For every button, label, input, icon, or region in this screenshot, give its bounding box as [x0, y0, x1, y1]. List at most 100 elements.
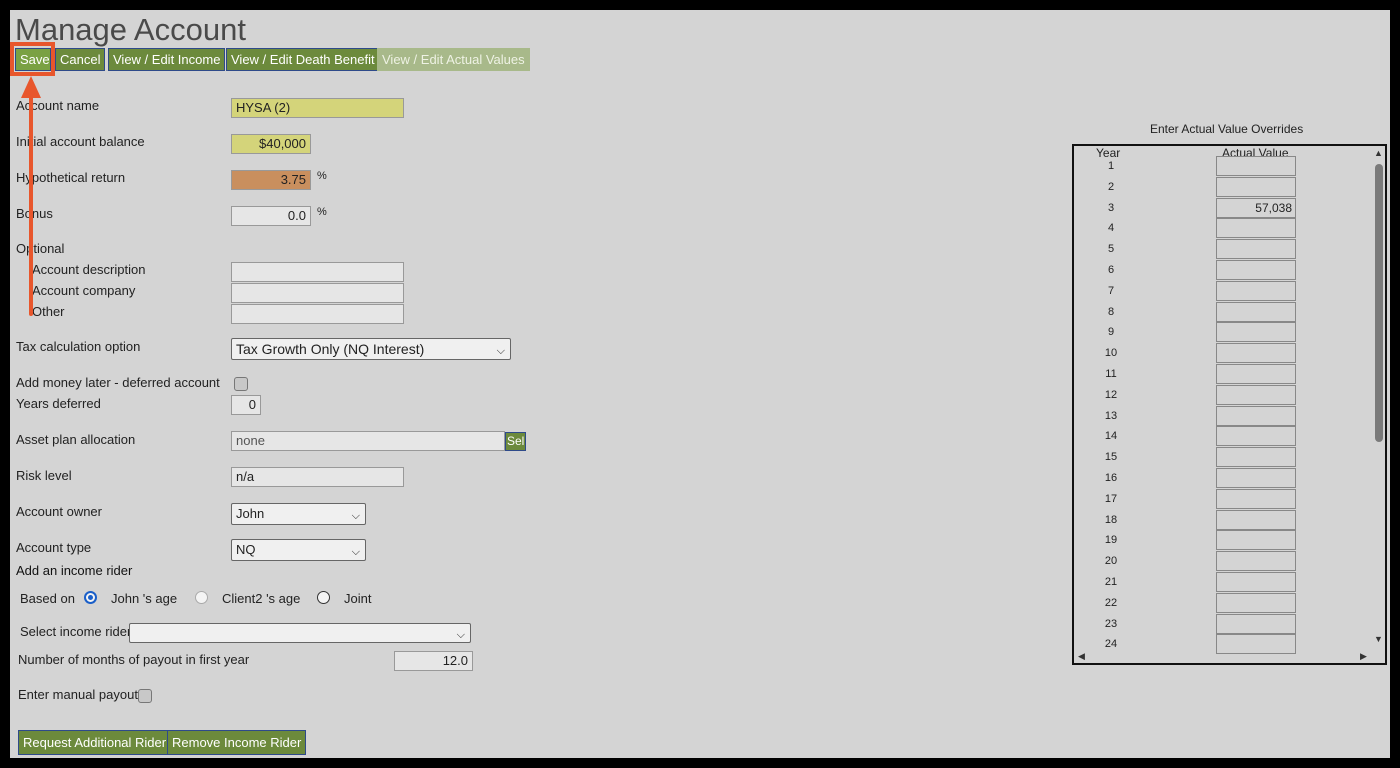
risk-level-label: Risk level: [16, 468, 72, 483]
override-value-input[interactable]: 57,038: [1216, 198, 1296, 218]
override-year: 10: [1104, 347, 1118, 359]
override-value-input[interactable]: [1216, 302, 1296, 322]
vertical-scrollbar[interactable]: ▲ ▼: [1373, 146, 1385, 651]
horizontal-scrollbar[interactable]: ◀ ▶: [1074, 651, 1377, 663]
account-name-input[interactable]: HYSA (2): [231, 98, 404, 118]
account-owner-label: Account owner: [16, 504, 102, 519]
account-company-input[interactable]: [231, 283, 404, 303]
asset-select-button[interactable]: Sel: [505, 432, 527, 451]
override-value-input[interactable]: [1216, 530, 1296, 550]
override-value-input[interactable]: [1216, 156, 1296, 176]
override-value-input[interactable]: [1216, 239, 1296, 259]
cancel-button[interactable]: Cancel: [55, 48, 106, 71]
manual-payout-label: Enter manual payout: [18, 687, 138, 702]
override-year: 23: [1104, 618, 1118, 630]
override-year: 6: [1107, 264, 1115, 276]
chevron-down-icon: ⌵: [351, 510, 360, 522]
years-deferred-label: Years deferred: [16, 396, 101, 411]
scroll-right-icon[interactable]: ▶: [1360, 651, 1367, 662]
account-owner-select[interactable]: John ⌵: [231, 503, 366, 525]
override-year: 14: [1104, 430, 1118, 442]
based-on-client2-radio[interactable]: [195, 591, 208, 604]
scroll-left-icon[interactable]: ◀: [1078, 651, 1085, 662]
override-value-input[interactable]: [1216, 489, 1296, 509]
account-type-select[interactable]: NQ ⌵: [231, 539, 366, 561]
scrollbar-thumb[interactable]: [1375, 164, 1383, 442]
asset-allocation-input[interactable]: none: [231, 431, 505, 451]
override-year: 21: [1104, 576, 1118, 588]
payout-months-input[interactable]: 12.0: [394, 651, 473, 671]
overrides-table: Year Actual Value 1 2 3 57,038 4 5 6 7 8 9 10 11 12 1…: [1072, 144, 1387, 665]
override-value-input[interactable]: [1216, 385, 1296, 405]
annotation-arrow: [29, 84, 33, 316]
overrides-title: Enter Actual Value Overrides: [1150, 122, 1304, 136]
override-value-input[interactable]: [1216, 572, 1296, 592]
override-year: 20: [1104, 555, 1118, 567]
override-year: 12: [1104, 389, 1118, 401]
income-rider-select[interactable]: ⌵: [129, 623, 471, 643]
initial-balance-input[interactable]: $40,000: [231, 134, 311, 154]
payout-months-label: Number of months of payout in first year: [18, 652, 250, 667]
override-year: 18: [1104, 514, 1118, 526]
deferred-account-checkbox[interactable]: [234, 377, 248, 391]
override-year: 1: [1107, 160, 1115, 172]
save-highlight-box: [10, 42, 55, 76]
years-deferred-input[interactable]: 0: [231, 395, 261, 415]
bonus-label: Bonus: [16, 206, 53, 221]
view-edit-death-benefit-button[interactable]: View / Edit Death Benefit: [226, 48, 380, 71]
override-value-input[interactable]: [1216, 281, 1296, 301]
hypothetical-return-input[interactable]: 3.75: [231, 170, 311, 190]
tax-option-select[interactable]: Tax Growth Only (NQ Interest) ⌵: [231, 338, 511, 360]
override-value-input[interactable]: [1216, 468, 1296, 488]
scroll-up-icon[interactable]: ▲: [1374, 148, 1383, 158]
override-value-input[interactable]: [1216, 364, 1296, 384]
return-unit: %: [317, 170, 327, 182]
override-value-input[interactable]: [1216, 447, 1296, 467]
override-value-input[interactable]: [1216, 218, 1296, 238]
override-year: 17: [1104, 493, 1118, 505]
bonus-unit: %: [317, 206, 327, 218]
override-value-input[interactable]: [1216, 343, 1296, 363]
override-year: 11: [1105, 368, 1117, 380]
override-value-input[interactable]: [1216, 260, 1296, 280]
override-year: 7: [1107, 285, 1115, 297]
override-year: 5: [1107, 243, 1115, 255]
remove-income-rider-button[interactable]: Remove Income Rider: [167, 730, 307, 755]
manual-payout-checkbox[interactable]: [138, 689, 152, 703]
override-year: 19: [1104, 534, 1118, 546]
override-value-input[interactable]: [1216, 510, 1296, 530]
override-value-input[interactable]: [1216, 614, 1296, 634]
other-input[interactable]: [231, 304, 404, 324]
override-year: 2: [1107, 181, 1115, 193]
override-year: 13: [1104, 410, 1118, 422]
request-additional-rider-button[interactable]: Request Additional Rider: [18, 730, 172, 755]
override-value-input[interactable]: [1216, 406, 1296, 426]
override-value-input[interactable]: [1216, 551, 1296, 571]
view-edit-actual-values-button: View / Edit Actual Values: [377, 48, 530, 71]
override-value-input[interactable]: [1216, 593, 1296, 613]
override-year: 8: [1107, 306, 1115, 318]
account-description-label: Account description: [32, 262, 146, 277]
account-owner-value: John: [236, 506, 265, 521]
tax-option-value: Tax Growth Only (NQ Interest): [236, 341, 425, 357]
override-year: 3: [1107, 202, 1115, 214]
override-value-input[interactable]: [1216, 177, 1296, 197]
year-column-header: Year: [1096, 146, 1121, 160]
override-value-input[interactable]: [1216, 426, 1296, 446]
account-type-label: Account type: [16, 540, 92, 555]
annotation-arrow-head: [21, 76, 41, 98]
asset-allocation-label: Asset plan allocation: [16, 432, 136, 447]
override-year: 9: [1107, 326, 1115, 338]
bonus-input[interactable]: 0.0: [231, 206, 311, 226]
based-on-label: Based on: [20, 591, 75, 606]
based-on-joint-radio[interactable]: [317, 591, 330, 604]
risk-level-input[interactable]: n/a: [231, 467, 404, 487]
optional-label: Optional: [16, 241, 65, 256]
override-value-input[interactable]: [1216, 322, 1296, 342]
account-description-input[interactable]: [231, 262, 404, 282]
scroll-down-icon[interactable]: ▼: [1374, 634, 1383, 644]
chevron-down-icon: ⌵: [496, 345, 505, 357]
manage-account-panel: Manage Account Save Cancel View / Edit I…: [10, 10, 1390, 758]
view-edit-income-button[interactable]: View / Edit Income: [108, 48, 226, 71]
based-on-john-radio[interactable]: [84, 591, 97, 604]
